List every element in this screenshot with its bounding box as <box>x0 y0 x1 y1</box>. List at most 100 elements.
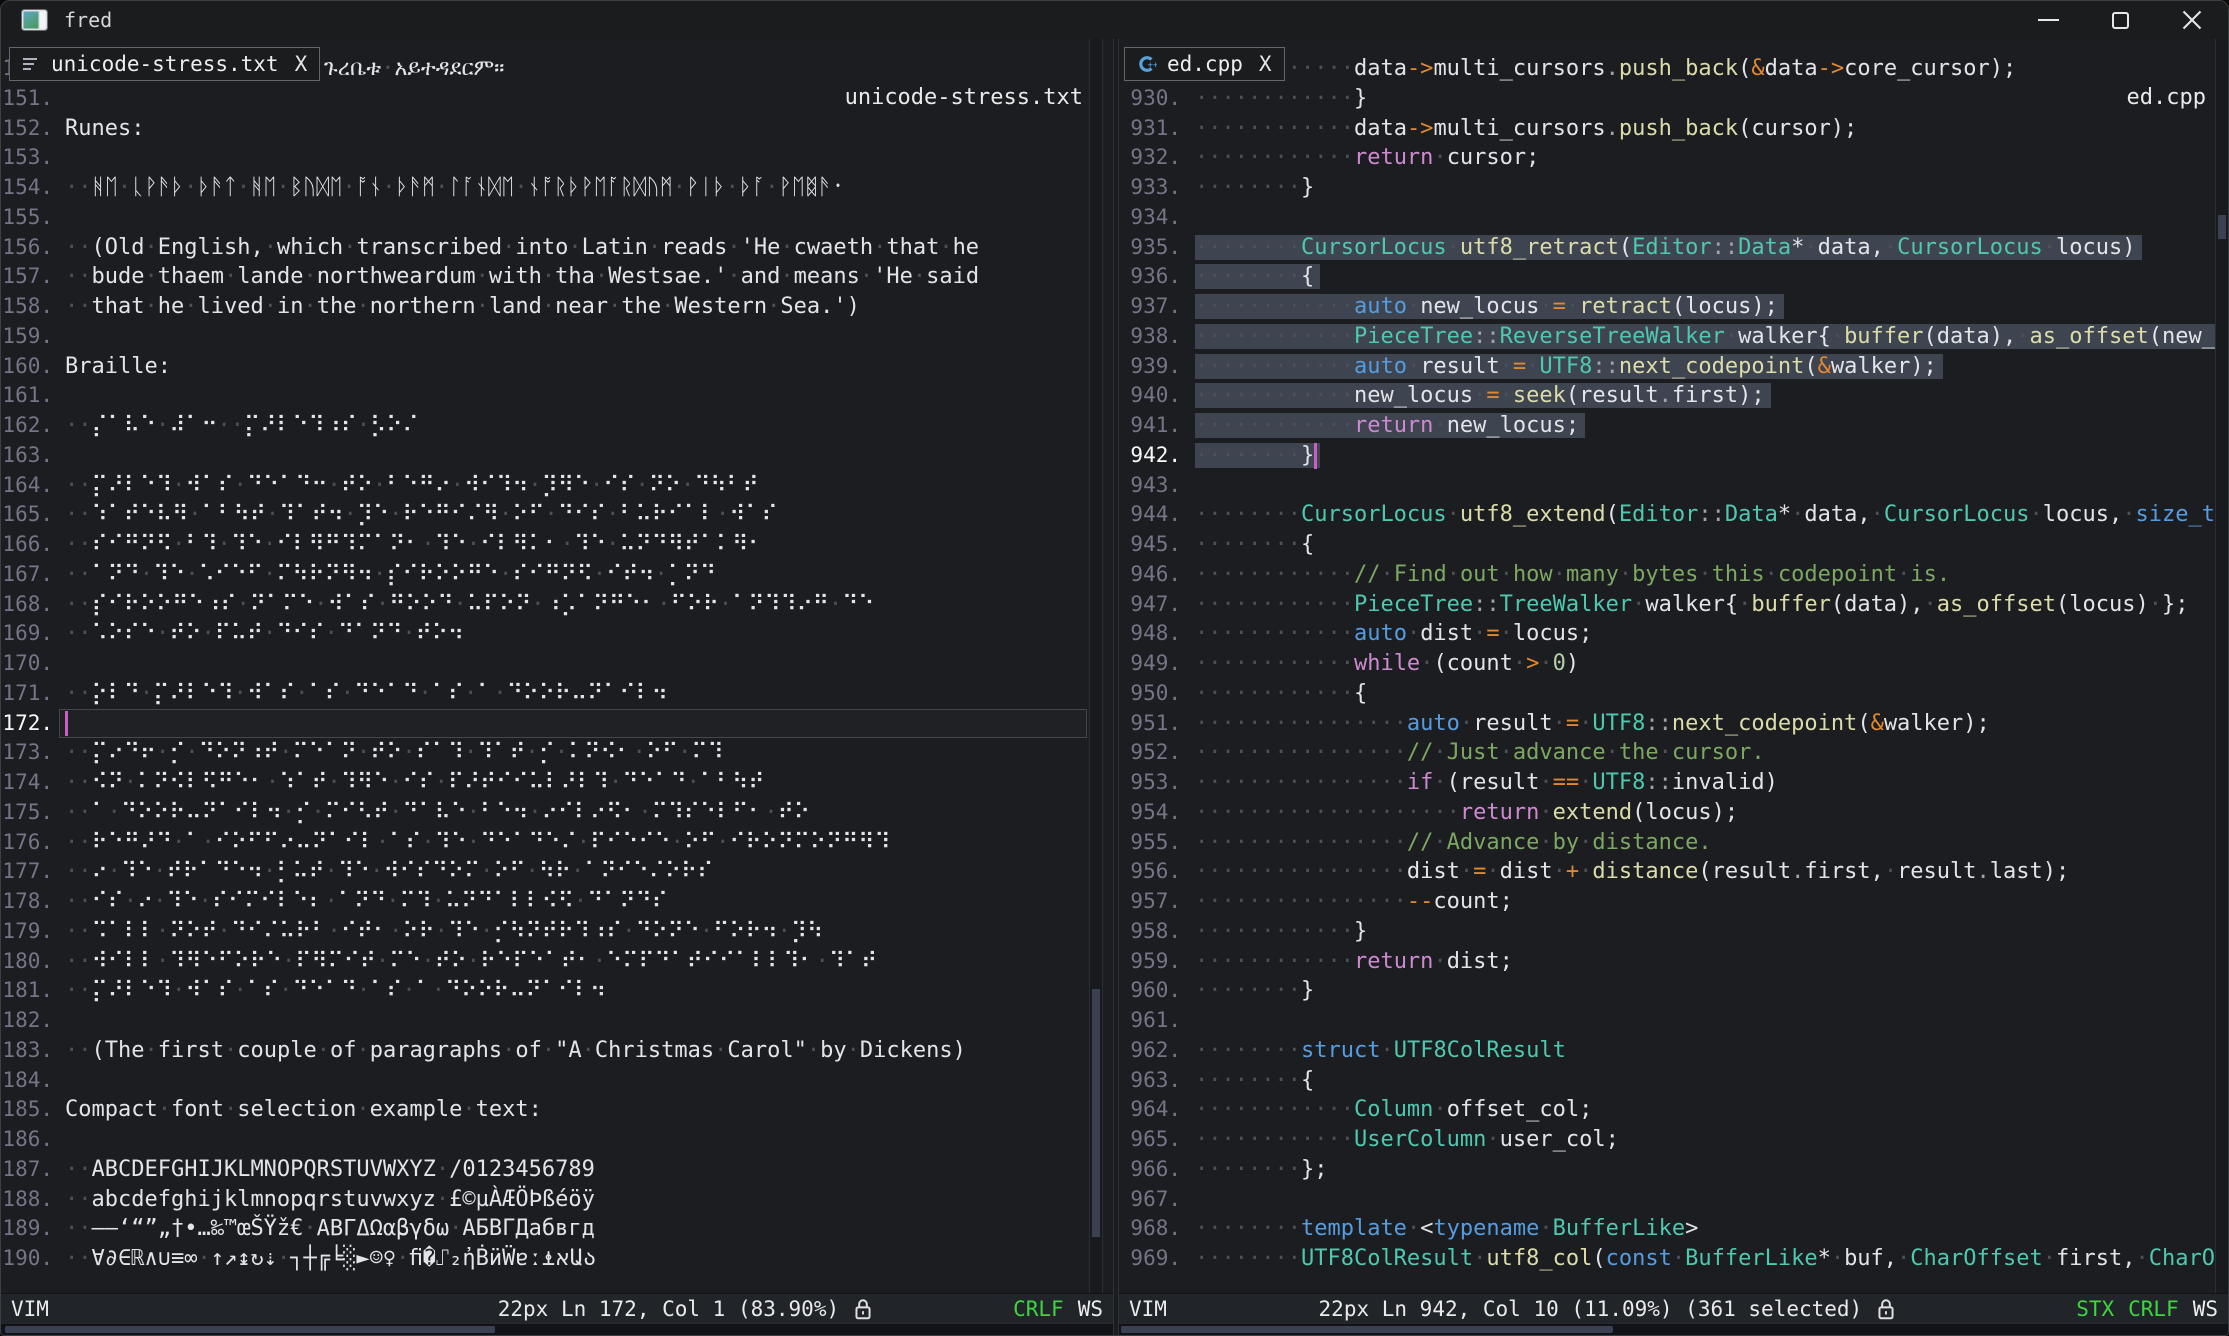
code-line[interactable]: 935.········CursorLocus·utf8_retract(Edi… <box>1119 233 2215 263</box>
code-line[interactable]: 174.··⠪⠝·⠅⠝⠪⠇⠫⠛⠑⠂·⠱⠁⠞·⠹⠻⠑·⠊⠎·⠏⠜⠞⠊⠊⠥⠇⠜⠇⠹·… <box>1 768 1089 798</box>
code-line[interactable]: 968.········template·<typename·BufferLik… <box>1119 1214 2215 1244</box>
code-line[interactable]: 952.················//·Just·advance·the·… <box>1119 738 2215 768</box>
code-line[interactable]: 162.··⡌⠁⠧⠑·⠼⠁⠒··⡍⠜⠇⠑⠹⠰⠎·⡣⠕⠌ <box>1 411 1089 441</box>
status-flag-ws[interactable]: WS <box>1078 1297 1103 1321</box>
horizontal-scrollbar[interactable] <box>1119 1323 2228 1335</box>
code-line[interactable]: 165.··⠱⠁⠞⠑⠧⠻·⠁⠃⠳⠞·⠹⠁⠞⠲·⡹⠑·⠗⠑⠛⠊⠌⠻·⠕⠋·⠙⠊⠎·… <box>1 500 1089 530</box>
code-line[interactable]: 170. <box>1 649 1089 679</box>
tab-unicode-stress-txt[interactable]: unicode-stress.txt X <box>9 47 320 81</box>
code-line[interactable]: 937.············auto·new_locus·=·retract… <box>1119 292 2215 322</box>
code-line[interactable]: 155. <box>1 203 1089 233</box>
code-line[interactable]: 947.············PieceTree::TreeWalker·wa… <box>1119 590 2215 620</box>
code-line[interactable]: 963.········{ <box>1119 1066 2215 1096</box>
code-line[interactable]: 969.········UTF8ColResult·utf8_col(const… <box>1119 1244 2215 1274</box>
code-line[interactable]: 183.··(The·first·couple·of·paragraphs·of… <box>1 1036 1089 1066</box>
code-lines[interactable]: 929.············data->multi_cursors.push… <box>1119 54 2215 1293</box>
close-button[interactable] <box>2156 1 2228 39</box>
code-line[interactable]: 950.············{ <box>1119 679 2215 709</box>
code-line[interactable]: 954.····················return·extend(lo… <box>1119 798 2215 828</box>
code-line[interactable]: 965.············UserColumn·user_col; <box>1119 1125 2215 1155</box>
code-line[interactable]: 962.········struct·UTF8ColResult <box>1119 1036 2215 1066</box>
code-line[interactable]: 177.··⠔·⠹⠑·⠞⠗⠁⠙⠑⠲·⡃⠥⠞·⠹⠑·⠺⠊⠎⠙⠕⠍·⠕⠋·⠳⠗·⠁⠝… <box>1 857 1089 887</box>
code-line[interactable]: 175.··⠁·⠙⠕⠕⠗⠤⠝⠁⠊⠇⠲·⡊·⠍⠊⠣⠞·⠙⠁⠧⠑·⠃⠑⠲·⠔⠊⠇⠔⠫… <box>1 798 1089 828</box>
code-line[interactable]: 960.········} <box>1119 976 2215 1006</box>
code-line[interactable]: 184. <box>1 1066 1089 1096</box>
vertical-scrollbar[interactable] <box>2215 39 2228 1293</box>
code-line[interactable]: 945.········{ <box>1119 530 2215 560</box>
code-line[interactable]: 178.··⠊⠎·⠔·⠹⠑·⠎⠊⠍⠊⠇⠑⠆·⠁⠝⠙·⠍⠹·⠥⠝⠙⠁⠇⠇⠪⠫·⠙⠁… <box>1 887 1089 917</box>
tab-close-icon[interactable]: X <box>1259 52 1272 76</box>
code-line[interactable]: 932.············return·cursor; <box>1119 143 2215 173</box>
code-line[interactable]: 966.········}; <box>1119 1155 2215 1185</box>
code-line[interactable]: 951.················auto·result·=·UTF8::… <box>1119 709 2215 739</box>
code-line[interactable]: 190.··∀∂∈ℝ∧∪≡∞·↑↗↨↻⇣·┐┼╔╘░►☺♀·ﬁ�⑀₂ἠḂӥẄɐː… <box>1 1244 1089 1274</box>
code-line[interactable]: 153. <box>1 143 1089 173</box>
code-line[interactable]: 961. <box>1119 1006 2215 1036</box>
code-line[interactable]: 931.············data->multi_cursors.push… <box>1119 114 2215 144</box>
code-line[interactable]: 959.············return·dist; <box>1119 947 2215 977</box>
code-line[interactable]: 933.········} <box>1119 173 2215 203</box>
code-line[interactable]: 180.··⠺⠊⠇⠇·⠹⠻⠑⠋⠕⠗⠑·⠏⠻⠍⠊⠞·⠍⠑·⠞⠕·⠗⠑⠏⠑⠁⠞⠂·⠑… <box>1 947 1089 977</box>
minimize-button[interactable] <box>2012 1 2084 39</box>
status-flag-stx[interactable]: STX <box>2076 1297 2114 1321</box>
vertical-scrollbar-thumb[interactable] <box>2218 215 2226 239</box>
maximize-button[interactable] <box>2084 1 2156 39</box>
code-line[interactable]: 166.··⠎⠊⠛⠝⠫·⠃⠹·⠹⠑·⠊⠇⠻⠛⠹⠍⠁⠝⠂·⠹⠑·⠊⠇⠻⠅⠂·⠹⠑·… <box>1 530 1089 560</box>
horizontal-scrollbar-thumb[interactable] <box>1121 1326 1613 1333</box>
code-line[interactable]: 160.Braille: <box>1 352 1089 382</box>
code-line[interactable]: 942.········} <box>1119 441 2215 471</box>
code-line[interactable]: 957.················--count; <box>1119 887 2215 917</box>
status-flag-crlf[interactable]: CRLF <box>2128 1297 2179 1321</box>
code-line[interactable]: 171.··⡕⠇⠙·⡍⠜⠇⠑⠹·⠺⠁⠎·⠁⠎·⠙⠑⠁⠙·⠁⠎·⠁·⠙⠕⠕⠗⠤⠝⠁… <box>1 679 1089 709</box>
code-line[interactable]: 955.················//·Advance·by·distan… <box>1119 828 2215 858</box>
code-line[interactable]: 182. <box>1 1006 1089 1036</box>
status-flag-crlf[interactable]: CRLF <box>1013 1297 1064 1321</box>
code-line[interactable]: 157.··bude·thaem·lande·northweardum·with… <box>1 262 1089 292</box>
code-line[interactable]: 967. <box>1119 1185 2215 1215</box>
code-line[interactable]: 944.········CursorLocus·utf8_extend(Edit… <box>1119 500 2215 530</box>
code-line[interactable]: 936.········{ <box>1119 262 2215 292</box>
code-line[interactable]: 159. <box>1 322 1089 352</box>
code-line[interactable]: 938.············PieceTree::ReverseTreeWa… <box>1119 322 2215 352</box>
lock-icon[interactable] <box>1876 1297 1896 1321</box>
code-line[interactable]: 941.············return·new_locus; <box>1119 411 2215 441</box>
vertical-scrollbar[interactable] <box>1089 39 1103 1293</box>
code-line[interactable]: 958.············} <box>1119 917 2215 947</box>
code-line[interactable]: 163. <box>1 441 1089 471</box>
tab-close-icon[interactable]: X <box>295 52 308 76</box>
code-line[interactable]: 943. <box>1119 471 2215 501</box>
code-line[interactable]: 181.··⡍⠜⠇⠑⠹·⠺⠁⠎·⠁⠎·⠙⠑⠁⠙·⠁⠎·⠁·⠙⠕⠕⠗⠤⠝⠁⠊⠇⠲ <box>1 976 1089 1006</box>
code-line[interactable]: 188.··abcdefghijklmnopqrstuvwxyz·£©µÀÆÖÞ… <box>1 1185 1089 1215</box>
code-line[interactable]: 164.··⡍⠜⠇⠑⠹·⠺⠁⠎·⠙⠑⠁⠙⠒·⠞⠕·⠃⠑⠛⠔·⠺⠊⠹⠲·⡹⠻⠑·⠊… <box>1 471 1089 501</box>
horizontal-scrollbar-thumb[interactable] <box>5 1326 495 1333</box>
title-bar[interactable]: fred <box>1 1 2228 39</box>
code-line[interactable]: 946.············//·Find·out·how·many·byt… <box>1119 560 2215 590</box>
code-line[interactable]: 956.················dist·=·dist·+·distan… <box>1119 857 2215 887</box>
code-line[interactable]: 939.············auto·result·=·UTF8::next… <box>1119 352 2215 382</box>
code-line[interactable]: 964.············Column·offset_col; <box>1119 1095 2215 1125</box>
code-line[interactable]: 948.············auto·dist·=·locus; <box>1119 619 2215 649</box>
vertical-scrollbar-thumb[interactable] <box>1092 989 1100 1237</box>
code-line[interactable]: 953.················if·(result·==·UTF8::… <box>1119 768 2215 798</box>
code-line[interactable]: 169.··⠡⠕⠎⠑·⠞⠕·⠏⠥⠞·⠙⠊⠎·⠙⠁⠝⠙·⠞⠕⠲ <box>1 619 1089 649</box>
code-line[interactable]: 930.············} <box>1119 84 2215 114</box>
code-line[interactable]: 934. <box>1119 203 2215 233</box>
code-line[interactable]: 172. <box>1 709 1089 739</box>
code-line[interactable]: 158.··that·he·lived·in·the·northern·land… <box>1 292 1089 322</box>
horizontal-scrollbar[interactable] <box>1 1323 1113 1335</box>
code-line[interactable]: 187.··ABCDEFGHIJKLMNOPQRSTUVWXYZ·/012345… <box>1 1155 1089 1185</box>
code-line[interactable]: 186. <box>1 1125 1089 1155</box>
code-line[interactable]: 168.··⡎⠊⠗⠕⠕⠛⠑⠰⠎·⠝⠁⠍⠑·⠺⠁⠎·⠛⠕⠕⠙·⠥⠏⠕⠝·⠰⡡⠁⠝⠛… <box>1 590 1089 620</box>
code-line[interactable]: 156.··(Old·English,·which·transcribed·in… <box>1 233 1089 263</box>
code-line[interactable]: 179.··⠩⠁⠇⠇·⠝⠕⠞·⠙⠊⠌⠥⠗⠃·⠊⠞⠂·⠕⠗·⠹⠑·⡊⠳⠝⠞⠗⠹⠰⠎… <box>1 917 1089 947</box>
code-line[interactable]: 176.··⠗⠑⠛⠜⠙·⠁·⠊⠕⠋⠋⠔⠤⠝⠁⠊⠇·⠁⠎·⠹⠑·⠙⠑⠁⠙⠑⠌·⠏⠊… <box>1 828 1089 858</box>
code-line[interactable]: 189.··–—‘“”„†•…‰™œŠŸž€·ΑΒΓΔΩαβγδω·АБВГДа… <box>1 1214 1089 1244</box>
code-line[interactable]: 154.··ᚻᛖ·ᚳᚹᚫᚦ·ᚦᚫᛏ·ᚻᛖ·ᛒᚢᛞᛖ·ᚩᚾ·ᚦᚫᛗ·ᛚᚪᚾᛞᛖ·ᚾ… <box>1 173 1089 203</box>
lock-icon[interactable] <box>853 1297 873 1321</box>
code-line[interactable]: 949.············while·(count·>·0) <box>1119 649 2215 679</box>
tab-ed-cpp[interactable]: ++ ed.cpp X <box>1124 47 1285 81</box>
code-line[interactable]: 940.············new_locus·=·seek(result.… <box>1119 381 2215 411</box>
code-line[interactable]: 161. <box>1 381 1089 411</box>
code-line[interactable]: 152.Runes: <box>1 114 1089 144</box>
code-lines[interactable]: 150.··ሰው·እንደቤቱ·እንጅ·እንደ·ጉረቤቱ·አይተዳደርም።151.… <box>1 54 1089 1293</box>
